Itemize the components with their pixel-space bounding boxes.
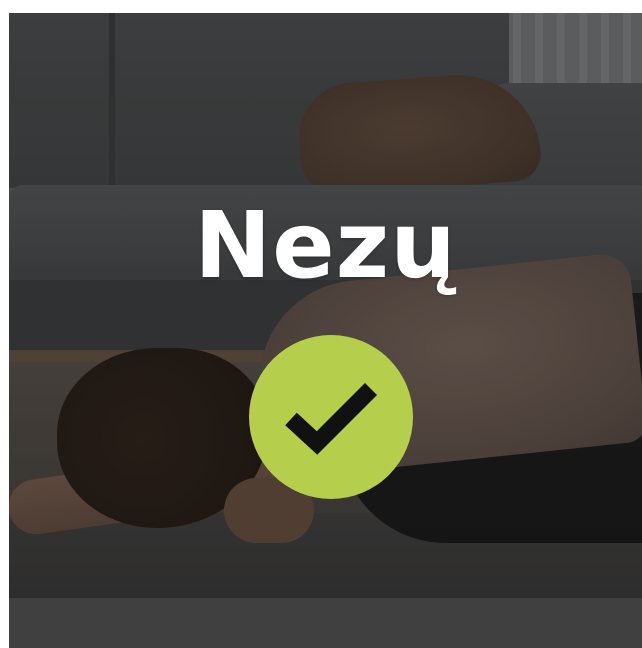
checkmark-icon — [285, 382, 378, 455]
status-badge — [249, 335, 413, 499]
card-title: Nezų — [194, 192, 457, 299]
dark-overlay — [9, 13, 642, 648]
result-card: Nezų — [9, 13, 642, 648]
